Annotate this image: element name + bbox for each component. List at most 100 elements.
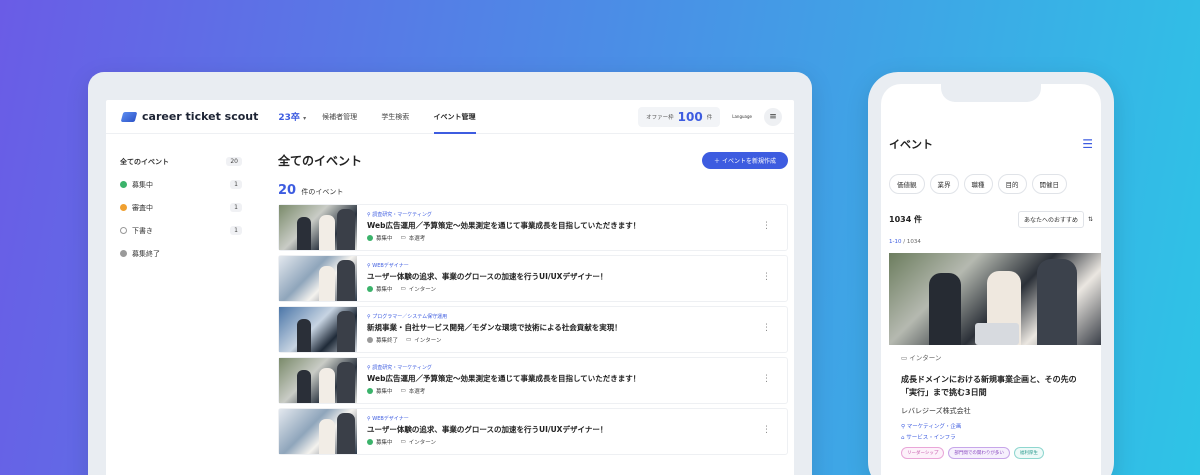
checklist-icon[interactable]: ☰: [1082, 137, 1093, 151]
event-thumbnail: [279, 307, 357, 352]
briefcase-icon: ▭: [901, 354, 908, 362]
status-dot-icon: [367, 235, 373, 241]
tag-icon: ⚲: [367, 365, 371, 371]
mobile-screen: イベント ☰ 価値観 業界 職種 目的 開催日 1034 件 あなたへのおすすめ…: [881, 84, 1101, 475]
event-type: インターン: [414, 338, 442, 344]
status-dot-icon: [367, 337, 373, 343]
year-label: 23卒: [278, 113, 300, 123]
logo[interactable]: career ticket scout: [120, 110, 259, 123]
event-type: 本選考: [408, 389, 426, 395]
event-category: 調査研究・マーケティング: [372, 212, 432, 218]
status-dot-icon: [120, 250, 127, 257]
event-card[interactable]: ⚲ 調査研究・マーケティング Web広告運用／予算策定〜効果測定を通じて事業成長…: [278, 357, 788, 404]
event-type: インターン: [408, 440, 436, 446]
tag-icon: ⚲: [367, 263, 371, 269]
pagination-range: 1-10 / 1034: [889, 239, 921, 245]
offer-quota: オファー枠 100 件: [638, 106, 721, 127]
offer-unit: 件: [706, 114, 713, 121]
sidebar-item-reviewing[interactable]: 審査中 1: [120, 196, 242, 219]
event-hero-image[interactable]: [889, 253, 1101, 345]
more-options-icon[interactable]: ⋮: [762, 221, 771, 231]
result-count-number: 20: [278, 183, 297, 198]
nav-event-management[interactable]: イベント管理: [433, 100, 476, 134]
tag-badge: 部門間での関わりが多い: [948, 446, 1010, 459]
more-options-icon[interactable]: ⋮: [762, 425, 771, 435]
sidebar-item-label: 下書き: [132, 226, 153, 235]
event-industry: サービス・インフラ: [906, 434, 956, 441]
phone-notch: [941, 84, 1041, 102]
event-thumbnail: [279, 256, 357, 301]
more-options-icon[interactable]: ⋮: [762, 374, 771, 384]
page-title: 全てのイベント: [278, 154, 363, 168]
building-icon: ⌂: [901, 434, 905, 441]
create-event-button[interactable]: ＋ イベントを新規作成: [702, 152, 788, 169]
sort-select[interactable]: あなたへのおすすめ: [1017, 211, 1084, 228]
sidebar: 全てのイベント 20 募集中 1 審査中 1 下書き 1 募集終了: [106, 134, 256, 281]
event-type: 本選考: [408, 236, 426, 242]
sidebar-item-all[interactable]: 全てのイベント 20: [120, 150, 242, 173]
sidebar-item-recruiting[interactable]: 募集中 1: [120, 173, 242, 196]
event-thumbnail: [279, 205, 357, 250]
sidebar-item-closed[interactable]: 募集終了: [120, 242, 242, 265]
event-title: 新規事業・自社サービス開発／モダンな環境で技術による社会貢献を実現！: [367, 323, 622, 332]
briefcase-icon: ▭: [406, 337, 412, 343]
status-dot-icon: [120, 227, 127, 234]
sidebar-item-draft[interactable]: 下書き 1: [120, 219, 242, 242]
status-dot-icon: [120, 181, 127, 188]
top-bar: career ticket scout 23卒 ▾ 候補者管理 学生検索 イベン…: [106, 100, 794, 134]
sidebar-item-count: 20: [226, 157, 242, 166]
tag-icon: ⚲: [367, 314, 371, 320]
year-selector[interactable]: 23卒 ▾: [278, 110, 306, 123]
event-status: 募集終了: [376, 338, 399, 344]
briefcase-icon: ▭: [400, 388, 406, 394]
sidebar-item-count: 1: [230, 226, 242, 235]
event-category: 調査研究・マーケティング: [372, 365, 432, 371]
tag-icon: ⚲: [901, 423, 906, 430]
event-card[interactable]: ⚲ プログラマー／システム保守運用 新規事業・自社サービス開発／モダンな環境で技…: [278, 306, 788, 353]
phone-frame: イベント ☰ 価値観 業界 職種 目的 開催日 1034 件 あなたへのおすすめ…: [868, 72, 1114, 475]
tag-badge: 福利厚生: [1013, 446, 1044, 459]
event-thumbnail: [279, 358, 357, 403]
event-category: WEBデザイナー: [372, 263, 409, 269]
result-count-suffix: 件のイベント: [301, 188, 344, 196]
briefcase-icon: ▭: [400, 235, 406, 241]
tag-badge: リーダーシップ: [901, 446, 945, 459]
event-card[interactable]: ⚲ WEBデザイナー ユーザー体験の追求、事業のグロースの加速を行うUI/UXデ…: [278, 408, 788, 455]
plus-icon: ＋: [714, 158, 721, 165]
briefcase-icon: ▭: [400, 439, 406, 445]
filter-chip-job[interactable]: 職種: [963, 174, 993, 194]
create-event-label: イベントを新規作成: [721, 158, 776, 165]
mobile-page-title: イベント: [889, 138, 933, 151]
event-title: Web広告運用／予算策定〜効果測定を通じて事業成長を目指していただきます！: [367, 374, 641, 383]
mobile-result-count: 1034 件: [889, 215, 923, 224]
filter-chips: 価値観 業界 職種 目的 開催日: [889, 174, 1067, 194]
status-dot-icon: [367, 439, 373, 445]
laptop-frame: career ticket scout 23卒 ▾ 候補者管理 学生検索 イベン…: [88, 72, 812, 475]
event-type: インターン: [909, 354, 942, 362]
status-dot-icon: [367, 286, 373, 292]
hamburger-icon: ≡: [769, 111, 777, 122]
event-title: 成長ドメインにおける新規事業企画と、その先の「実行」まで挑む3日間: [901, 375, 1077, 397]
filter-chip-industry[interactable]: 業界: [929, 174, 959, 194]
sort-icon[interactable]: ⇅: [1088, 216, 1093, 223]
event-status: 募集中: [376, 236, 393, 242]
language-selector[interactable]: Language: [732, 114, 752, 119]
nav-candidates[interactable]: 候補者管理: [322, 100, 357, 134]
main-nav: 候補者管理 学生検索 イベント管理: [322, 100, 497, 134]
event-card[interactable]: ⚲ 調査研究・マーケティング Web広告運用／予算策定〜効果測定を通じて事業成長…: [278, 204, 788, 251]
menu-button[interactable]: ≡: [764, 107, 782, 126]
sidebar-item-label: 募集中: [132, 180, 153, 189]
logo-text: career ticket scout: [142, 110, 259, 123]
filter-chip-purpose[interactable]: 目的: [997, 174, 1027, 194]
event-title: ユーザー体験の追求、事業のグロースの加速を行うUI/UXデザイナー！: [367, 272, 608, 281]
event-title: ユーザー体験の追求、事業のグロースの加速を行うUI/UXデザイナー！: [367, 425, 608, 434]
event-category: WEBデザイナー: [372, 416, 409, 422]
filter-chip-date[interactable]: 開催日: [1031, 174, 1067, 194]
event-card[interactable]: ⚲ WEBデザイナー ユーザー体験の追求、事業のグロースの加速を行うUI/UXデ…: [278, 255, 788, 302]
filter-chip-values[interactable]: 価値観: [889, 174, 925, 194]
sidebar-item-count: 1: [230, 203, 242, 212]
more-options-icon[interactable]: ⋮: [762, 272, 771, 282]
more-options-icon[interactable]: ⋮: [762, 323, 771, 333]
nav-student-search[interactable]: 学生検索: [381, 100, 409, 134]
mobile-event-card[interactable]: ▭ インターン 成長ドメインにおける新規事業企画と、その先の「実行」まで挑む3日…: [901, 352, 1091, 459]
